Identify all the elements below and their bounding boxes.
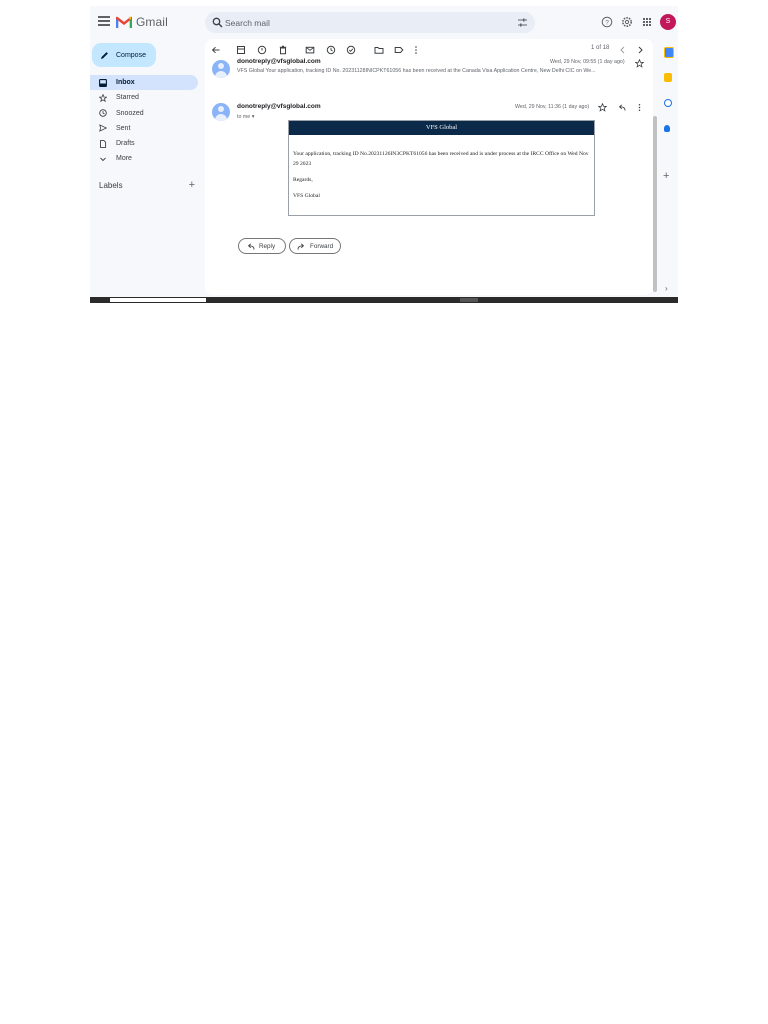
tasks-icon[interactable]	[664, 99, 672, 107]
sidebar-item-sent[interactable]: Sent	[90, 121, 198, 136]
sidebar-item-snoozed[interactable]: Snoozed	[90, 106, 198, 121]
move-to-folder-icon[interactable]	[374, 45, 384, 55]
pagination-count: 1 of 18	[591, 45, 610, 51]
send-icon	[98, 123, 108, 133]
gmail-logo[interactable]: Gmail	[116, 15, 168, 29]
email-body-card: VFS Global Your application, tracking ID…	[288, 120, 595, 216]
account-avatar[interactable]: S	[660, 14, 676, 30]
more-vert-icon[interactable]	[635, 103, 644, 112]
star-icon	[98, 93, 108, 103]
sidebar-item-starred[interactable]: Starred	[90, 90, 198, 105]
taskbar-item[interactable]	[460, 298, 478, 302]
side-panel: + ›	[657, 40, 678, 303]
add-task-icon[interactable]	[346, 45, 356, 55]
forward-icon	[297, 242, 305, 250]
sender-email: donotreply@vfsglobal.com	[237, 58, 321, 65]
inbox-icon	[98, 78, 108, 88]
chevron-down-icon	[98, 154, 108, 164]
search-input[interactable]	[225, 14, 485, 31]
email-signature: VFS Global	[293, 193, 320, 199]
taskbar-item[interactable]	[110, 298, 206, 302]
settings-gear-icon[interactable]	[621, 16, 633, 28]
app-name: Gmail	[136, 15, 168, 29]
recipient-line[interactable]: to me ▾	[237, 114, 254, 120]
top-bar: Gmail ?	[90, 6, 678, 40]
compose-button[interactable]: Compose	[92, 43, 156, 67]
compose-label: Compose	[116, 51, 146, 59]
reply-label: Reply	[259, 242, 276, 250]
message-toolbar: 1 of 18	[205, 43, 653, 57]
star-icon[interactable]	[598, 103, 607, 112]
sender-email: donotreply@vfsglobal.com	[237, 103, 321, 110]
contacts-icon[interactable]	[664, 125, 670, 132]
gmail-m-icon	[116, 16, 132, 28]
menu-icon-line	[98, 16, 110, 18]
sidebar-item-label: Drafts	[116, 140, 135, 148]
message-date: Wed, 29 Nov, 09:55 (1 day ago)	[550, 59, 625, 65]
sidebar-item-drafts[interactable]: Drafts	[90, 136, 198, 151]
archive-icon[interactable]	[236, 45, 246, 55]
reply-button[interactable]: Reply	[238, 238, 286, 254]
more-vert-icon[interactable]	[411, 45, 421, 55]
sender-avatar	[212, 103, 230, 121]
os-taskbar	[90, 297, 678, 303]
mark-unread-icon[interactable]	[305, 45, 315, 55]
sidebar-item-label: Sent	[116, 124, 131, 132]
sidebar-nav: Inbox Starred Snoozed Sent Drafts More	[90, 75, 198, 167]
apps-grid-icon[interactable]	[641, 16, 653, 28]
chevron-left-icon[interactable]	[618, 45, 628, 55]
report-spam-icon[interactable]	[257, 45, 267, 55]
message-snippet: VFS Global Your application, tracking ID…	[237, 68, 596, 74]
labels-section: Labels +	[99, 180, 195, 191]
sidebar-item-more[interactable]: More	[90, 151, 198, 166]
search-options-icon[interactable]	[517, 17, 528, 28]
sidebar-item-label: More	[116, 155, 132, 163]
snooze-clock-icon[interactable]	[326, 45, 336, 55]
keep-icon[interactable]	[664, 73, 672, 82]
add-addon-icon[interactable]: +	[663, 170, 669, 182]
gmail-window: Gmail ?	[90, 6, 678, 303]
email-regards: Regards,	[293, 177, 313, 183]
forward-label: Forward	[310, 242, 334, 250]
reply-icon	[247, 242, 255, 250]
back-arrow-icon[interactable]	[211, 45, 221, 55]
label-tag-icon[interactable]	[394, 45, 404, 55]
labels-title: Labels	[99, 180, 123, 190]
email-paragraph: Your application, tracking ID No.2023112…	[293, 151, 589, 167]
trash-icon[interactable]	[278, 45, 288, 55]
search-bar	[205, 12, 535, 33]
star-icon[interactable]	[635, 59, 644, 68]
pencil-icon	[101, 51, 108, 59]
sidebar-item-inbox[interactable]: Inbox	[90, 75, 198, 90]
message-date: Wed, 29 Nov, 11:36 (1 day ago)	[515, 104, 590, 110]
help-icon[interactable]: ?	[601, 16, 613, 28]
sender-avatar	[212, 60, 230, 78]
search-icon[interactable]	[212, 17, 223, 28]
sidebar-item-label: Inbox	[116, 79, 135, 86]
reply-icon[interactable]	[617, 103, 626, 112]
calendar-icon[interactable]	[664, 47, 674, 58]
chevron-right-icon[interactable]	[635, 45, 645, 55]
menu-icon-line	[98, 20, 110, 22]
sidebar-item-label: Starred	[116, 94, 139, 102]
sidebar-item-label: Snoozed	[116, 109, 144, 117]
svg-text:?: ?	[605, 19, 609, 26]
clock-icon	[98, 108, 108, 118]
email-body-text: Your application, tracking ID No.2023112…	[289, 135, 594, 201]
email-header-banner: VFS Global	[289, 121, 594, 135]
main-menu-button[interactable]	[98, 16, 110, 26]
forward-button[interactable]: Forward	[289, 238, 341, 254]
recipient-text: to me	[237, 114, 251, 120]
collapsed-message[interactable]: donotreply@vfsglobal.com VFS Global Your…	[205, 57, 653, 81]
add-label-icon[interactable]: +	[189, 180, 195, 191]
menu-icon-line	[98, 24, 110, 26]
expand-panel-icon[interactable]: ›	[665, 284, 668, 293]
draft-icon	[98, 139, 108, 149]
message-panel: 1 of 18 donotreply@vfsglobal.com VFS Glo…	[205, 39, 653, 295]
